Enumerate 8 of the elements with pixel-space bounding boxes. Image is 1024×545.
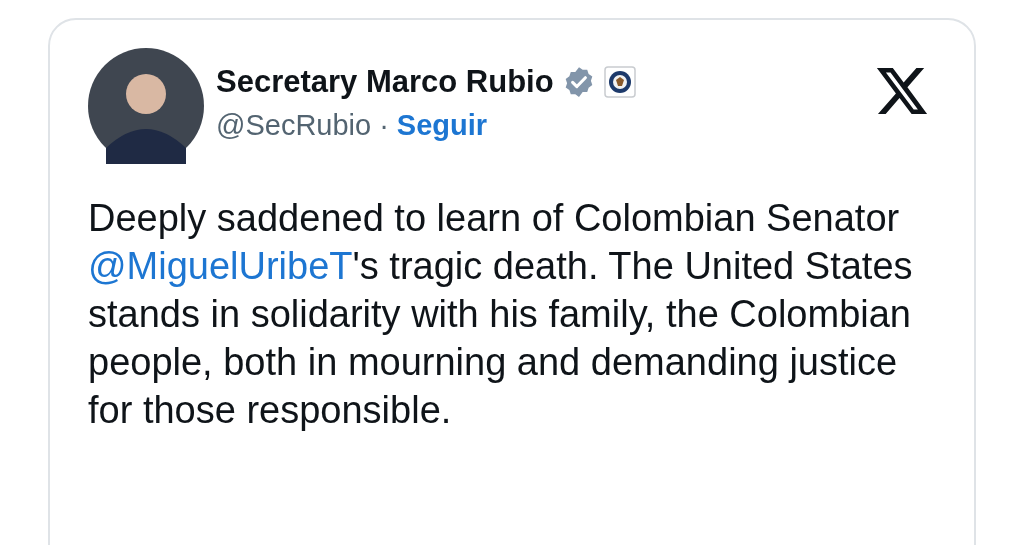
author-name[interactable]: Secretary Marco Rubio: [216, 62, 554, 102]
mention-link[interactable]: @MiguelUribeT: [88, 245, 353, 287]
follow-link[interactable]: Seguir: [396, 106, 488, 144]
separator: ·: [379, 108, 389, 143]
author-handle[interactable]: @SecRubio: [216, 106, 372, 144]
post-text: Deeply saddened to learn of Colombian Senator @MiguelUribeT's tragic death. The United States stands in solidarity with his family, the Colombian people, both in mourning and demanding justice for those responsible.: [88, 196, 914, 433]
x-logo-icon[interactable]: [876, 68, 928, 114]
seal-icon: [603, 66, 636, 98]
